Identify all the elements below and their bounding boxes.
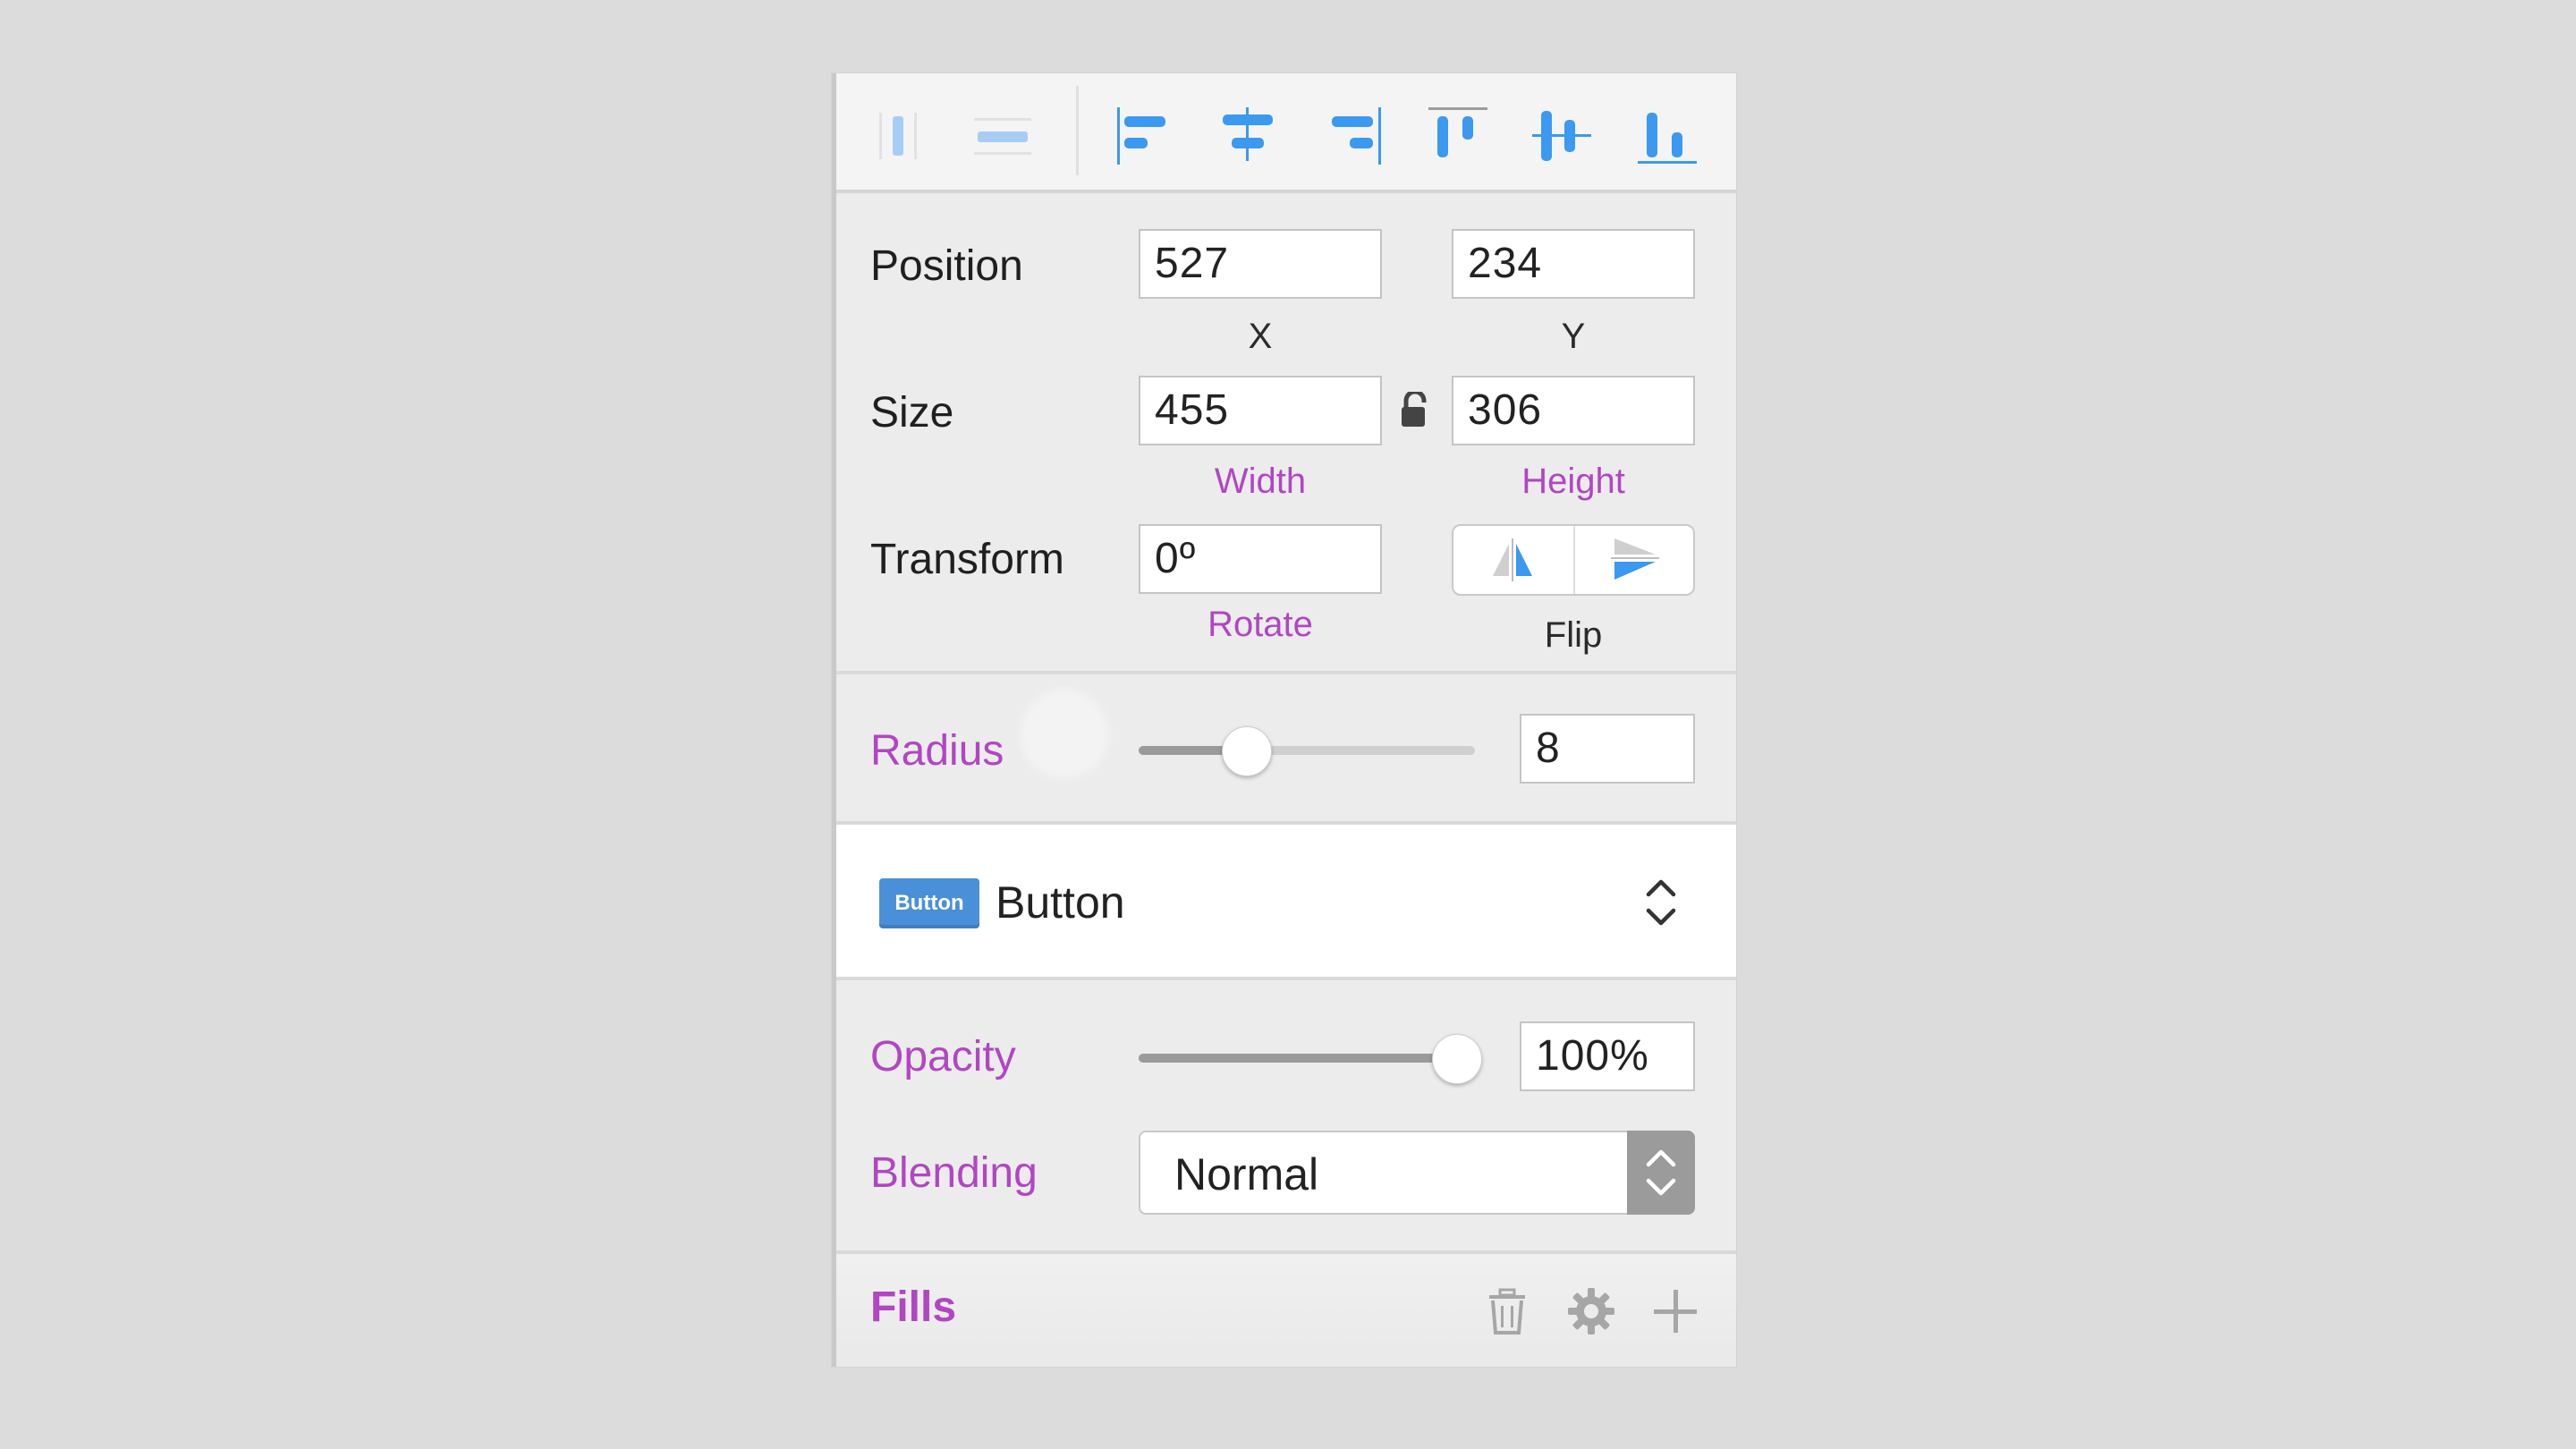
blending-value: Normal xyxy=(1174,1149,1319,1199)
plus-icon[interactable] xyxy=(1650,1286,1700,1336)
opacity-slider-knob[interactable] xyxy=(1432,1034,1482,1084)
flip-horizontal-icon[interactable] xyxy=(1453,526,1573,594)
align-center-horizontal-icon[interactable] xyxy=(1212,107,1284,179)
chevron-up-down-icon[interactable] xyxy=(1627,1131,1695,1215)
height-field[interactable]: 306 xyxy=(1452,376,1695,445)
position-y-caption: Y xyxy=(1561,317,1586,356)
opacity-slider-track[interactable] xyxy=(1139,1054,1475,1063)
blending-dropdown[interactable]: Normal xyxy=(1139,1131,1695,1215)
rotate-caption: Rotate xyxy=(1208,605,1313,644)
opacity-label: Opacity xyxy=(870,1033,1016,1080)
radius-field[interactable]: 8 xyxy=(1520,714,1695,784)
align-left-icon[interactable] xyxy=(1108,107,1180,179)
position-y-field[interactable]: 234 xyxy=(1452,229,1695,299)
position-label: Position xyxy=(870,242,1023,290)
transform-label: Transform xyxy=(870,536,1064,583)
flip-caption: Flip xyxy=(1544,615,1603,655)
size-label: Size xyxy=(870,389,954,436)
toolbar-divider xyxy=(1076,86,1079,175)
position-x-field[interactable]: 527 xyxy=(1139,229,1382,299)
opacity-slider-fill xyxy=(1139,1054,1475,1063)
radius-label: Radius xyxy=(870,727,1004,775)
symbol-badge: Button xyxy=(879,878,979,928)
fills-label: Fills xyxy=(870,1284,957,1331)
flip-control xyxy=(1452,524,1695,596)
width-field[interactable]: 455 xyxy=(1139,376,1382,445)
lock-icon[interactable] xyxy=(1400,389,1430,428)
symbol-selector[interactable]: Button Button xyxy=(836,825,1736,977)
height-caption: Height xyxy=(1521,462,1625,501)
rotate-field[interactable]: 0º xyxy=(1139,524,1382,594)
width-caption: Width xyxy=(1214,462,1307,501)
align-top-icon[interactable] xyxy=(1427,107,1498,179)
trash-icon[interactable] xyxy=(1482,1286,1532,1336)
divider xyxy=(836,977,1736,980)
radius-slider-knob[interactable] xyxy=(1222,726,1273,776)
position-x-caption: X xyxy=(1248,317,1273,356)
radius-hover-highlight xyxy=(1015,685,1114,784)
fills-header: Fills xyxy=(836,1254,1736,1367)
symbol-name: Button xyxy=(996,877,1125,928)
gear-icon[interactable] xyxy=(1566,1286,1616,1336)
chevron-up-down-icon[interactable] xyxy=(1641,875,1681,930)
distribute-horizontal-icon[interactable] xyxy=(863,107,935,179)
distribute-vertical-icon[interactable] xyxy=(969,107,1040,179)
opacity-field[interactable]: 100% xyxy=(1520,1021,1695,1091)
divider xyxy=(836,671,1736,674)
blending-label: Blending xyxy=(870,1149,1038,1197)
flip-vertical-icon[interactable] xyxy=(1575,526,1695,594)
align-bottom-icon[interactable] xyxy=(1636,107,1707,179)
inspector-panel: Position 527 234 X Y Size 455 306 Width … xyxy=(832,73,1736,1367)
alignment-toolbar xyxy=(836,73,1736,193)
align-middle-vertical-icon[interactable] xyxy=(1530,107,1602,179)
align-right-icon[interactable] xyxy=(1319,107,1391,179)
radius-slider-track[interactable] xyxy=(1139,746,1475,755)
